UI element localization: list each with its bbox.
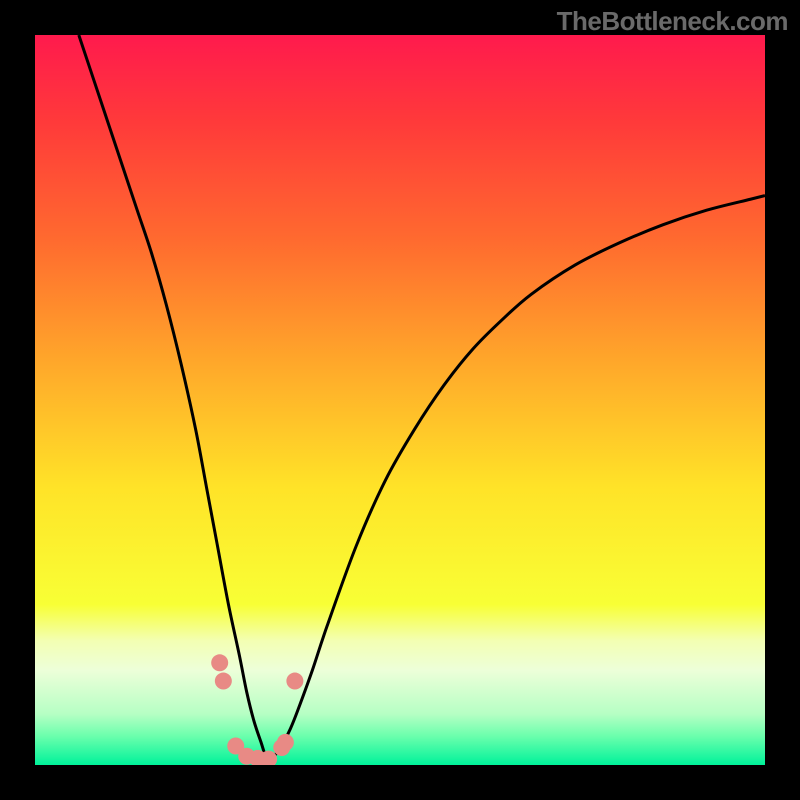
watermark-text: TheBottleneck.com: [557, 6, 788, 37]
highlight-marker: [215, 673, 232, 690]
highlight-marker: [277, 734, 294, 751]
chart-plot: [35, 35, 765, 765]
highlight-marker: [211, 654, 228, 671]
highlight-marker: [286, 673, 303, 690]
chart-frame: TheBottleneck.com: [0, 0, 800, 800]
gradient-background: [35, 35, 765, 765]
